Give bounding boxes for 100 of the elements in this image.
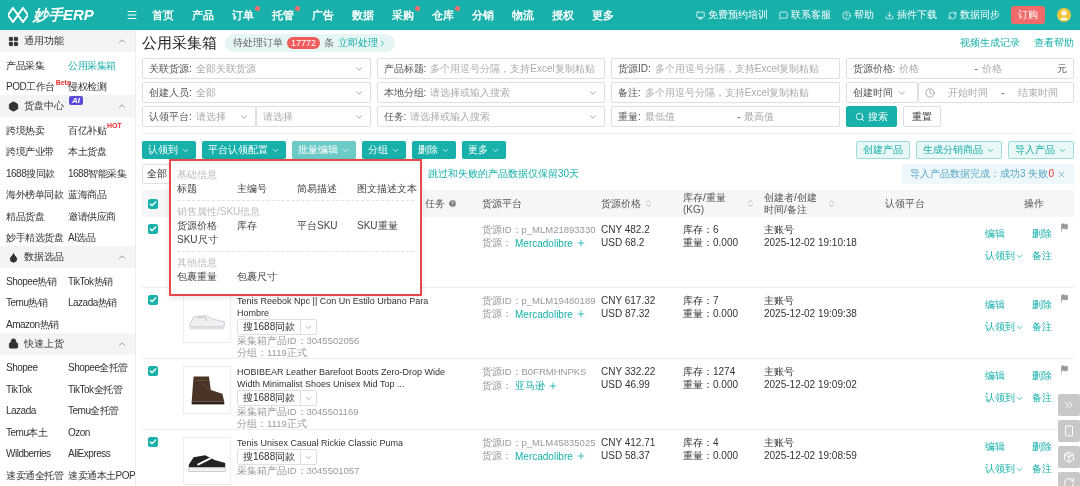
avatar-icon[interactable]	[1056, 7, 1072, 23]
side-tool-button[interactable]	[1058, 446, 1080, 468]
price-usd: USD 58.37	[601, 450, 651, 462]
sidebar-item[interactable]: 本土货盘	[68, 138, 106, 160]
sidebar-item[interactable]: 精品货盘	[6, 203, 44, 225]
product-id: 采集箱产品ID：3045502056	[237, 335, 361, 347]
sort-icon[interactable]	[746, 199, 755, 208]
sidebar-item[interactable]: 妙手精选货盘	[6, 224, 63, 246]
sidebar-item[interactable]: Temu本土	[6, 419, 48, 441]
menu-item[interactable]: 包裹重量	[177, 270, 217, 284]
menu-item[interactable]: 图文描述文本	[357, 182, 417, 196]
import-status-text: 导入产品数据完成：成功3 失败0	[910, 167, 1054, 181]
menu-item[interactable]: 标题	[177, 182, 197, 196]
price-cny: CNY 482.2	[601, 224, 651, 236]
sidebar-item[interactable]: 速卖通本土POP	[68, 462, 135, 484]
product-title: Tenis Reebok Npc || Con Un Estilo Urbano Para Hombre	[237, 295, 430, 319]
row-checkbox[interactable]	[148, 437, 158, 447]
add-icon[interactable]	[575, 238, 586, 248]
sidebar-section-header[interactable]: 货盘中心 AI	[0, 95, 135, 117]
date-range-field[interactable]: 开始时间 - 结束时间	[917, 82, 1074, 103]
creator-text: 主账号	[764, 437, 795, 449]
menu-item[interactable]: SKU尺寸	[177, 233, 218, 247]
sidebar-item[interactable]: AliExpress	[68, 440, 111, 462]
sidebar-item[interactable]: Amazon热销	[6, 311, 59, 333]
sidebar-item[interactable]: Shopee	[6, 354, 38, 376]
sidebar-item[interactable]: 海外榜单同款	[6, 181, 63, 203]
sidebar-item[interactable]: 1688智能采集	[68, 160, 127, 182]
side-tool-button[interactable]	[1058, 394, 1080, 416]
row-checkbox[interactable]	[148, 366, 158, 376]
select-field[interactable]: 任务: 请选择或输入搜索	[376, 106, 605, 127]
collapse-icon[interactable]	[117, 36, 127, 46]
sidebar-item[interactable]: Shopee全托管	[68, 354, 128, 376]
select-field[interactable]: 认领平台: 请选择	[142, 106, 256, 127]
flag-icon[interactable]	[1060, 365, 1069, 374]
select-field[interactable]: 创建时间	[845, 82, 918, 103]
flag-icon[interactable]	[1060, 223, 1069, 232]
collapse-icon[interactable]	[117, 252, 127, 262]
menu-item[interactable]: 简易描述	[297, 182, 337, 196]
stock-text: 库存：1274	[683, 366, 737, 378]
select-all-checkbox[interactable]	[148, 198, 158, 209]
sidebar-item[interactable]: 蓝海商品	[68, 181, 106, 203]
sidebar-item[interactable]: Lazada热销	[68, 289, 117, 311]
sidebar-item[interactable]: Shopee热销	[6, 268, 57, 290]
menu-item[interactable]: 货源价格	[177, 219, 217, 233]
select-field[interactable]: 关联货源: 全部关联货源	[142, 58, 371, 79]
pending-label: 待处理订单	[233, 36, 283, 50]
menu-icon[interactable]	[126, 9, 138, 21]
sidebar-item[interactable]: Ozon	[68, 419, 90, 441]
range-field[interactable]: 重量: 最低值 - 最高值	[611, 106, 840, 127]
menu-item[interactable]: 主编号	[237, 182, 267, 196]
sidebar-item[interactable]: TikTok	[6, 376, 32, 398]
menu-item[interactable]: SKU重量	[357, 219, 398, 233]
select-field[interactable]: 本地分组: 请选择或输入搜索	[376, 82, 605, 103]
sidebar-item[interactable]: Temu全托管	[68, 397, 119, 419]
sort-icon[interactable]	[644, 199, 653, 208]
menu-item[interactable]: 平台SKU	[297, 219, 338, 233]
source-label: 货源：	[482, 450, 512, 462]
sidebar-item[interactable]: 产品采集	[6, 52, 44, 74]
reset-button[interactable]: 重置	[902, 106, 941, 127]
sidebar-item[interactable]: 邀请供应商	[68, 203, 116, 225]
add-icon[interactable]	[548, 381, 558, 391]
menu-item[interactable]: 包裹尺寸	[237, 270, 277, 284]
sidebar-item[interactable]: 1688搜同款	[6, 160, 55, 182]
collapse-icon[interactable]	[117, 101, 127, 111]
close-icon[interactable]	[1057, 169, 1066, 179]
sidebar-item[interactable]: TikTok热销	[68, 268, 113, 290]
row-checkbox[interactable]	[148, 295, 158, 305]
status-tab[interactable]: 全部	[142, 164, 172, 184]
sidebar-section-header[interactable]: 快速上货	[0, 332, 135, 355]
sidebar-section-header[interactable]: 数据选品	[0, 246, 135, 268]
source-id: 货源ID：p_MLM19480189	[482, 295, 597, 307]
range-field[interactable]: 货源价格: 价格 - 价格 元	[845, 58, 1074, 79]
source-label: 货源：	[482, 237, 512, 249]
search-similar-button[interactable]: 搜1688同款	[237, 390, 318, 406]
search-similar-button[interactable]: 搜1688同款	[237, 319, 318, 335]
menu-item[interactable]: 库存	[237, 219, 257, 233]
sidebar-section-header[interactable]: 通用功能	[0, 30, 135, 52]
column-header: 操作	[1023, 197, 1045, 210]
sidebar-item[interactable]: TikTok全托管	[68, 376, 123, 398]
sidebar-item[interactable]: 速卖通全托管	[6, 462, 63, 484]
sort-icon[interactable]	[827, 199, 836, 208]
side-tool-button[interactable]	[1058, 420, 1080, 442]
add-icon[interactable]	[575, 309, 586, 319]
input-field[interactable]: 备注: 多个用逗号分隔，支持Excel复制粘贴	[611, 82, 840, 103]
sidebar-item[interactable]: 跨境产业带	[6, 138, 54, 160]
sidebar-item[interactable]: Lazada	[6, 397, 36, 419]
select-field[interactable]: 创建人员: 全部	[142, 82, 371, 103]
sidebar-item[interactable]: 跨境热卖	[6, 117, 44, 139]
add-icon[interactable]	[575, 451, 586, 461]
search-icon	[854, 111, 865, 122]
sidebar-item[interactable]: Wildberries	[6, 440, 51, 462]
source-label: 货源：	[482, 380, 512, 392]
row-checkbox[interactable]	[148, 224, 158, 234]
sidebar-item[interactable]: Temu热销	[6, 289, 48, 311]
check-icon	[149, 438, 157, 446]
input-field[interactable]: 产品标题: 多个用逗号分隔，支持Excel复制粘贴	[376, 58, 605, 79]
search-similar-button[interactable]: 搜1688同款	[237, 449, 318, 465]
input-field[interactable]: 货源ID: 多个用逗号分隔，支持Excel复制粘贴	[611, 58, 840, 79]
sidebar-item[interactable]: AI选品	[68, 224, 96, 246]
flag-icon[interactable]	[1060, 294, 1069, 303]
